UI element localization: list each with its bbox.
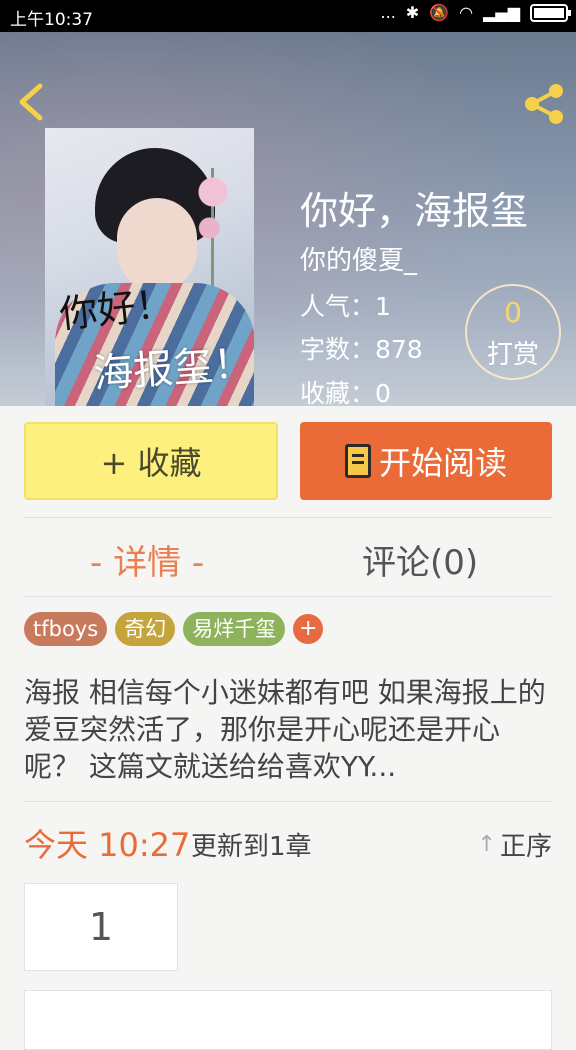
wifi-icon: ◠ [459, 3, 474, 22]
bluetooth-icon: ✱ [405, 3, 420, 22]
chapter-list-item[interactable] [24, 990, 552, 1050]
tab-comments[interactable]: 评论(0) [362, 535, 478, 584]
tag-list: tfboys 奇幻 易烊千玺 + [24, 612, 324, 646]
sort-arrow-icon: ↑ [477, 832, 496, 857]
divider [24, 596, 552, 597]
share-icon[interactable] [522, 82, 566, 126]
book-description[interactable]: 海报 相信每个小迷妹都有吧 如果海报上的爱豆突然活了，那你是开心呢还是开心呢？ … [24, 674, 554, 785]
divider [24, 801, 552, 802]
status-bar: 上午10:37 ... ✱ 🔕 ◠ ▂▄▆ [0, 0, 576, 32]
popularity-stat: 人气：1 [300, 292, 391, 321]
add-favorite-label: + 收藏 [100, 444, 202, 482]
favorites-stat: 收藏：0 [300, 379, 391, 406]
tag-yi-yang-qian-xi[interactable]: 易烊千玺 [183, 612, 286, 646]
book-author[interactable]: 你的傻夏_ [300, 240, 417, 277]
book-header: 你好！ 海报玺！ 你好，海报玺 你的傻夏_ 人气：1 字数：878 收藏：0 0… [0, 32, 576, 406]
update-time: 今天 10:27 [24, 826, 191, 864]
status-time: 上午10:37 [10, 10, 93, 30]
start-reading-label: 开始阅读 [378, 444, 507, 482]
book-icon [344, 444, 371, 478]
more-dots-icon: ... [380, 3, 396, 22]
back-arrow-icon[interactable] [14, 80, 48, 124]
cover-text-2: 海报玺！ [91, 340, 254, 398]
book-title: 你好，海报玺 [300, 189, 529, 233]
sort-toggle[interactable]: ↑ 正序 [478, 826, 552, 863]
book-cover[interactable]: 你好！ 海报玺！ [45, 128, 254, 406]
reward-button[interactable]: 0 打赏 [465, 284, 561, 380]
signal-icon: ▂▄▆ [483, 3, 520, 22]
reward-count: 0 [504, 296, 522, 329]
tab-detail[interactable]: - 详情 - [90, 535, 204, 584]
chapter-page-1[interactable]: 1 [24, 883, 178, 971]
battery-icon [530, 3, 571, 22]
add-tag-button[interactable]: + [293, 614, 324, 644]
word-count-stat: 字数：878 [300, 335, 423, 364]
tag-fantasy[interactable]: 奇幻 [115, 612, 176, 646]
update-text: 更新到1章 [191, 832, 312, 862]
tag-tfboys[interactable]: tfboys [24, 612, 108, 646]
start-reading-button[interactable]: 开始阅读 [300, 422, 552, 500]
add-favorite-button[interactable]: + 收藏 [24, 422, 278, 500]
divider [24, 517, 552, 518]
status-icons: ... ✱ 🔕 ◠ ▂▄▆ [380, 3, 571, 22]
mute-icon: 🔕 [429, 3, 450, 22]
reward-label: 打赏 [486, 340, 539, 370]
sort-label: 正序 [499, 832, 552, 862]
